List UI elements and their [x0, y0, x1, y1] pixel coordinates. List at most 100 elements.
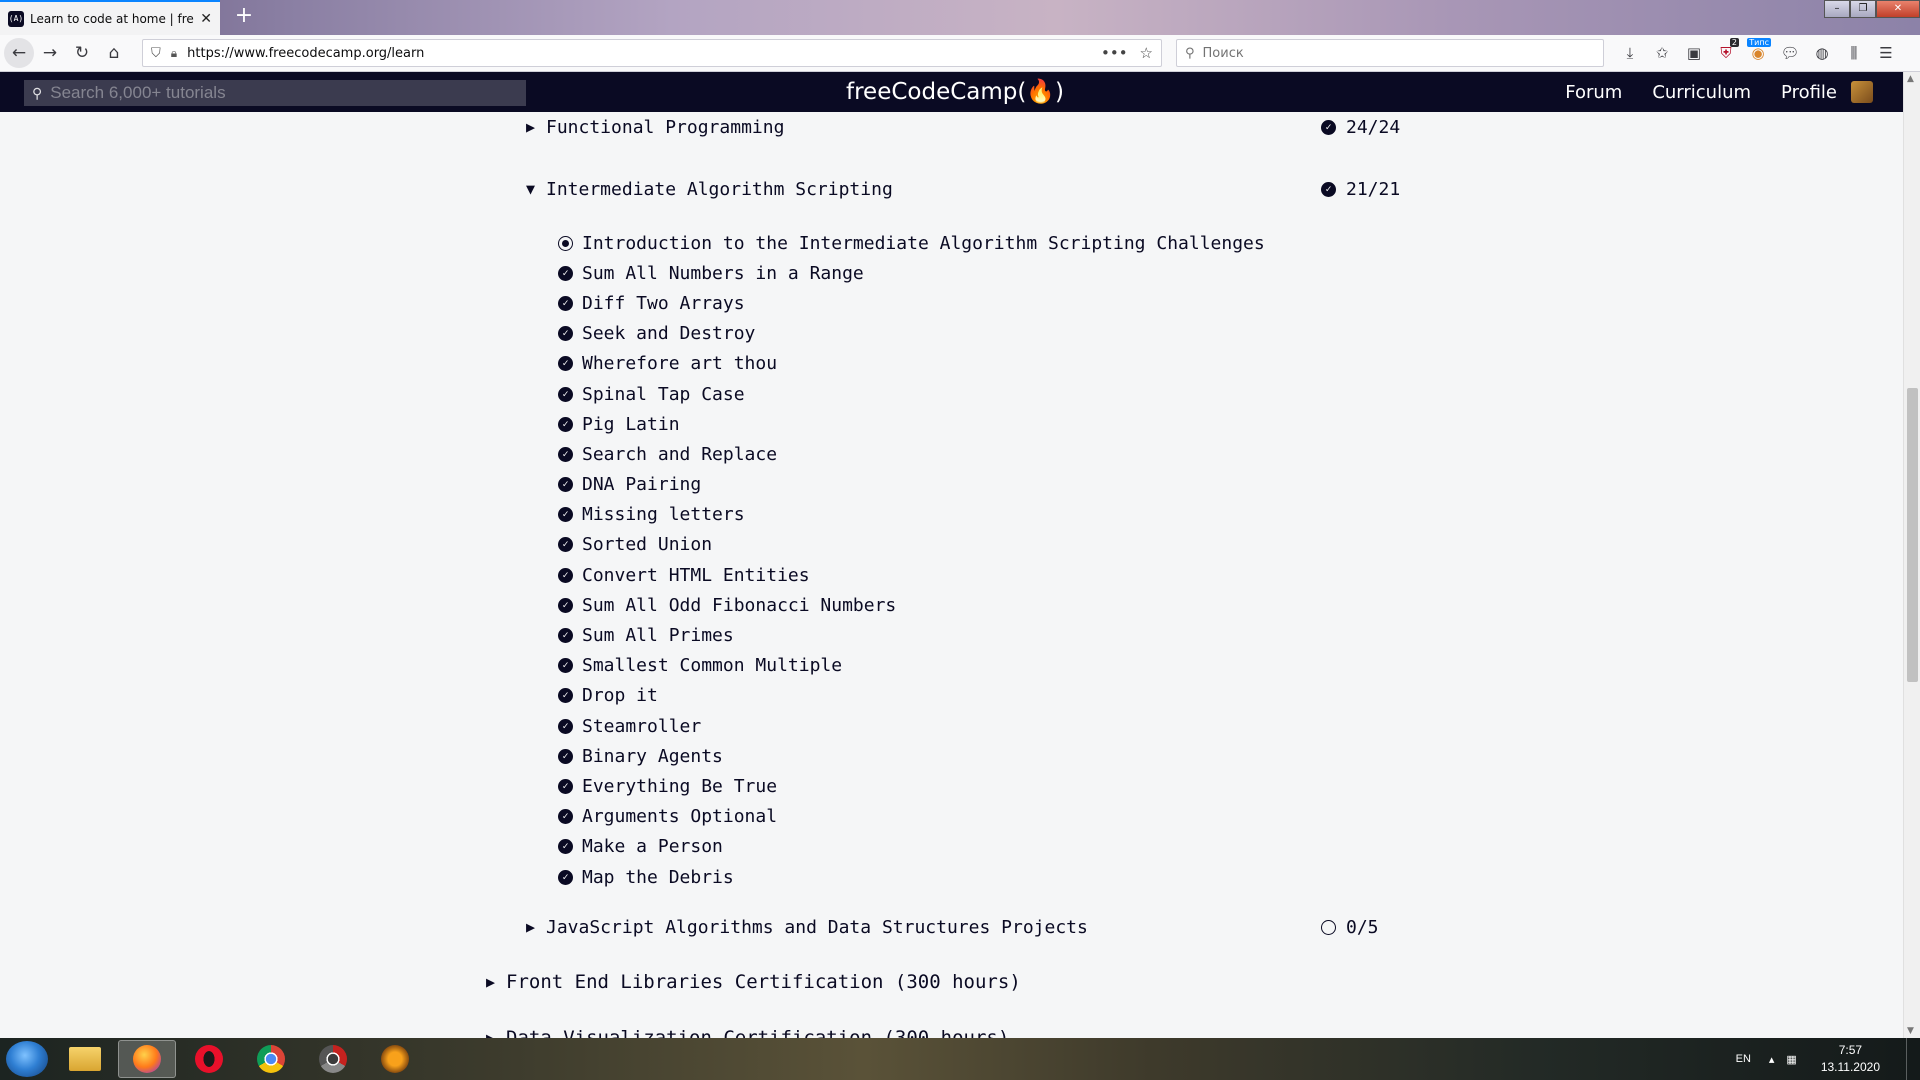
block-title[interactable]: Functional Programming	[546, 117, 784, 138]
challenge-item[interactable]: ✓ Steamroller	[558, 711, 1265, 741]
challenge-title[interactable]: Binary Agents	[582, 746, 723, 767]
close-tab-icon[interactable]: ✕	[200, 11, 212, 27]
challenge-item[interactable]: ✓ Sum All Numbers in a Range	[558, 258, 1265, 288]
challenge-item[interactable]: ✓ Sum All Odd Fibonacci Numbers	[558, 590, 1265, 620]
challenge-item[interactable]: ✓ Binary Agents	[558, 741, 1265, 771]
challenge-item[interactable]: ✓ Arguments Optional	[558, 802, 1265, 832]
scrollbar-thumb[interactable]	[1907, 388, 1918, 682]
challenge-item[interactable]: ✓ Drop it	[558, 681, 1265, 711]
challenge-title[interactable]: Arguments Optional	[582, 806, 777, 827]
challenge-title[interactable]: Convert HTML Entities	[582, 565, 810, 586]
challenge-item[interactable]: ✓ Missing letters	[558, 500, 1265, 530]
scroll-down-icon[interactable]: ▼	[1907, 1026, 1914, 1036]
cert-front-end-libraries[interactable]: ▶ Front End Libraries Certification (300…	[486, 971, 1021, 993]
challenge-title[interactable]: Sorted Union	[582, 534, 712, 555]
challenge-item[interactable]: ✓ Sorted Union	[558, 530, 1265, 560]
challenge-item[interactable]: ✓ Smallest Common Multiple	[558, 651, 1265, 681]
forward-arrow-icon[interactable]: →	[34, 37, 66, 69]
page-actions-icon[interactable]: •••	[1101, 44, 1128, 62]
cert-title[interactable]: Data Visualization Certification (300 ho…	[506, 1027, 1009, 1038]
challenge-title[interactable]: Diff Two Arrays	[582, 293, 745, 314]
library-star-icon[interactable]: ✩	[1646, 37, 1678, 69]
maximize-button[interactable]: ❐	[1850, 0, 1876, 18]
challenge-item[interactable]: ✓ Search and Replace	[558, 439, 1265, 469]
challenge-title[interactable]: Sum All Primes	[582, 625, 734, 646]
page-scrollbar[interactable]: ▲ ▼	[1903, 72, 1920, 1038]
taskbar-opera[interactable]	[180, 1040, 238, 1078]
challenge-title[interactable]: Pig Latin	[582, 414, 680, 435]
chat-icon[interactable]: 💬︎	[1774, 37, 1806, 69]
challenge-item[interactable]: ✓ Convert HTML Entities	[558, 560, 1265, 590]
block-title[interactable]: Intermediate Algorithm Scripting	[546, 179, 893, 200]
nav-curriculum-link[interactable]: Curriculum	[1652, 82, 1751, 103]
challenge-title[interactable]: Steamroller	[582, 716, 701, 737]
reload-icon[interactable]: ↻	[66, 37, 98, 69]
challenge-title[interactable]: Sum All Numbers in a Range	[582, 263, 864, 284]
show-desktop-button[interactable]	[1906, 1038, 1920, 1080]
back-arrow-icon[interactable]: ←	[4, 38, 34, 68]
cert-data-visualization[interactable]: ▶ Data Visualization Certification (300 …	[486, 1027, 1009, 1038]
new-tab-button[interactable]: +	[232, 5, 256, 29]
start-button[interactable]	[6, 1041, 48, 1077]
challenge-title[interactable]: Seek and Destroy	[582, 323, 755, 344]
challenge-item[interactable]: ✓ Make a Person	[558, 832, 1265, 862]
challenge-title[interactable]: Search and Replace	[582, 444, 777, 465]
nav-forum-link[interactable]: Forum	[1565, 82, 1622, 103]
challenge-title[interactable]: Missing letters	[582, 504, 745, 525]
challenge-item[interactable]: ✓ Sum All Primes	[558, 620, 1265, 650]
taskbar-amigo[interactable]	[366, 1040, 424, 1078]
close-window-button[interactable]: ✕	[1876, 0, 1920, 18]
network-icon[interactable]: ▦	[1786, 1053, 1796, 1066]
challenge-title[interactable]: Wherefore art thou	[582, 353, 777, 374]
ublock-icon[interactable]: ⛨ 2	[1710, 37, 1742, 69]
nav-profile-link[interactable]: Profile	[1781, 82, 1837, 103]
cert-title[interactable]: Front End Libraries Certification (300 h…	[506, 971, 1021, 993]
tray-expand-icon[interactable]: ▴	[1769, 1053, 1775, 1066]
address-bar[interactable]: ⛉ 🔒︎ https://www.freecodecamp.org/learn …	[142, 39, 1162, 67]
challenge-item[interactable]: ✓ Seek and Destroy	[558, 319, 1265, 349]
avatar[interactable]	[1851, 81, 1873, 103]
library-icon[interactable]: ⫼	[1838, 37, 1870, 69]
challenge-title[interactable]: Everything Be True	[582, 776, 777, 797]
browser-search-field[interactable]: ⚲ Поиск	[1176, 39, 1604, 67]
home-icon[interactable]: ⌂	[98, 37, 130, 69]
challenge-title[interactable]: Make a Person	[582, 836, 723, 857]
challenge-item[interactable]: Introduction to the Intermediate Algorit…	[558, 228, 1265, 258]
taskbar-firefox[interactable]	[118, 1040, 176, 1078]
block-js-projects[interactable]: ▶ JavaScript Algorithms and Data Structu…	[526, 912, 1402, 942]
challenge-title[interactable]: Map the Debris	[582, 867, 734, 888]
browser-tab[interactable]: (A) Learn to code at home | freeCodeCamp…	[0, 0, 220, 35]
challenge-item[interactable]: ✓ Spinal Tap Case	[558, 379, 1265, 409]
reader-view-icon[interactable]: ▣	[1678, 37, 1710, 69]
challenge-title[interactable]: Smallest Common Multiple	[582, 655, 842, 676]
block-intermediate-algorithm-scripting[interactable]: ▼ Intermediate Algorithm Scripting ✓ 21/…	[526, 174, 1402, 204]
clock[interactable]: 7:57 13.11.2020	[1821, 1042, 1880, 1076]
challenge-title[interactable]: Spinal Tap Case	[582, 384, 745, 405]
block-functional-programming[interactable]: ▶ Functional Programming ✓ 24/24	[526, 112, 1402, 142]
challenge-item[interactable]: ✓ DNA Pairing	[558, 470, 1265, 500]
challenge-title[interactable]: Drop it	[582, 685, 658, 706]
download-icon[interactable]: ⤓	[1614, 37, 1646, 69]
fcc-logo[interactable]: freeCodeCamp(🔥)	[846, 78, 1064, 105]
fcc-search-input[interactable]: ⚲ Search 6,000+ tutorials	[24, 80, 526, 106]
challenge-item[interactable]: ✓ Everything Be True	[558, 771, 1265, 801]
challenge-item[interactable]: ✓ Map the Debris	[558, 862, 1265, 892]
challenge-title[interactable]: Introduction to the Intermediate Algorit…	[582, 233, 1265, 254]
block-title[interactable]: JavaScript Algorithms and Data Structure…	[546, 917, 1088, 938]
minimize-button[interactable]: –	[1824, 0, 1850, 18]
lock-icon[interactable]: 🔒︎	[171, 46, 177, 61]
challenge-title[interactable]: Sum All Odd Fibonacci Numbers	[582, 595, 896, 616]
menu-hamburger-icon[interactable]: ☰	[1870, 37, 1902, 69]
taskbar-chrome-dev[interactable]	[304, 1040, 362, 1078]
taskbar-file-explorer[interactable]	[56, 1040, 114, 1078]
challenge-title[interactable]: DNA Pairing	[582, 474, 701, 495]
shield-icon[interactable]: ⛉	[151, 46, 161, 61]
account-icon[interactable]: ◍	[1806, 37, 1838, 69]
challenge-item[interactable]: ✓ Diff Two Arrays	[558, 288, 1265, 318]
scroll-up-icon[interactable]: ▲	[1907, 74, 1914, 84]
bookmark-star-icon[interactable]: ☆	[1140, 44, 1153, 62]
url-text[interactable]: https://www.freecodecamp.org/learn	[187, 46, 1089, 61]
language-indicator[interactable]: EN	[1736, 1053, 1751, 1065]
challenge-item[interactable]: ✓ Pig Latin	[558, 409, 1265, 439]
translate-extension-icon[interactable]: ◉ Типс	[1742, 37, 1774, 69]
